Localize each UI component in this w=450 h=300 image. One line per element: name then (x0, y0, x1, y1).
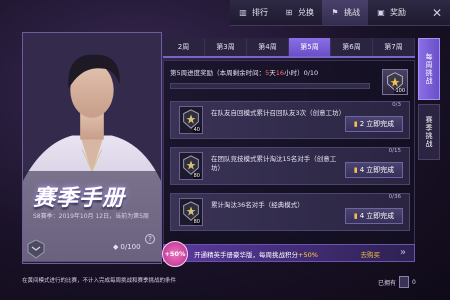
close-icon: ✕ (431, 5, 443, 20)
tab-week-6[interactable]: 第6周 (331, 38, 373, 56)
task-3-complete-button[interactable]: ▮ 4 立即完成 (345, 208, 403, 224)
task-3-count: 0/36 (388, 194, 401, 200)
coin-icon: ▮ (353, 212, 358, 220)
owned-value: 0 (412, 278, 416, 286)
task-row-3: 80 累计淘汰36名对手（经典模式） 0/36 ▮ 4 立即完成 (170, 193, 410, 231)
ranking-icon: ▥ (239, 7, 247, 17)
coin-icon: ▮ (353, 120, 358, 128)
nav-reward[interactable]: ▣ 奖励 (368, 0, 414, 25)
task-row-2: 80 在团队竞技模式累计淘汰15名对手（创意工坊） 0/15 ▮ 4 立即完成 (170, 147, 410, 185)
challenge-icon: ⚑ (331, 7, 339, 17)
task-2-complete-button[interactable]: ▮ 4 立即完成 (345, 162, 403, 178)
progress-heading: 第5周进度奖励（本周剩余时间：5天16小时）0/10 (170, 67, 318, 77)
progress-suffix: ）0/10 (297, 69, 319, 77)
progress-prefix: 第5周进度奖励（本周剩余时间： (170, 69, 266, 77)
task-2-icon: 80 (179, 152, 203, 180)
task-3-icon: 80 (179, 198, 203, 226)
exchange-icon: ⊞ (285, 7, 293, 17)
task-1-complete-button[interactable]: ▮ 2 立即完成 (345, 116, 403, 132)
task-1-action: 立即完成 (366, 120, 395, 128)
task-1-icon: 40 (179, 106, 203, 134)
task-1-text: 在队友自回模式累计召回队友3次（创意工坊） (211, 109, 346, 117)
card-count-value: 0/100 (120, 243, 141, 251)
season-card: 赛季手册 S8赛季：2019年10月 12日，当前为第5周 (22, 32, 162, 264)
rank-badge-icon (27, 239, 45, 259)
task-2-action: 立即完成 (366, 166, 395, 174)
nav-exchange-label: 兑换 (298, 8, 314, 17)
task-1-points: 40 (192, 127, 201, 133)
task-2-text: 在团队竞技模式累计淘汰15名对手（创意工坊） (211, 155, 337, 172)
progress-hours-unit: 小时 (284, 69, 298, 77)
owned-label: 已拥有 (378, 279, 397, 287)
tab-week-5[interactable]: 第5周 (289, 38, 331, 56)
task-1-count: 0/3 (392, 102, 401, 108)
token-icon (399, 276, 410, 288)
week-tabs: 2周 第3周 第4周 第5周 第6周 第7周 (163, 38, 415, 58)
nav-exchange[interactable]: ⊞ 兑换 (276, 0, 322, 25)
task-3-cost: 4 (359, 212, 365, 220)
coin-icon: ▮ (353, 166, 358, 174)
card-subtitle: S8赛季：2019年10月 12日，当前为第5周 (33, 213, 149, 220)
chevron-right-icon[interactable]: » (400, 247, 406, 258)
progress-reward[interactable]: 100 (382, 69, 408, 95)
card-count-icon: ◆ (113, 243, 119, 251)
banner-text-main: 开通精英手册豪华版，每周挑战积分 (194, 251, 298, 259)
task-2-points: 80 (192, 173, 201, 179)
tab-week-4[interactable]: 第4周 (247, 38, 289, 56)
banner-text-plus: +50% (298, 251, 318, 259)
top-nav-bar: ▥ 排行 ⊞ 兑换 ⚑ 挑战 ▣ 奖励 ✕ (230, 0, 450, 26)
footer-note: 在黄间模式进行的比赛，不计入完成每周挑战和赛季挑战的条件 (22, 278, 177, 284)
task-3-points: 80 (192, 219, 201, 225)
side-tab-season[interactable]: 赛季挑战 (418, 104, 440, 160)
nav-ranking[interactable]: ▥ 排行 (230, 0, 276, 25)
help-icon[interactable]: ? (145, 234, 155, 244)
nav-challenge[interactable]: ⚑ 挑战 (322, 0, 368, 25)
reward-value: 100 (394, 88, 406, 94)
card-count: ◆ 0/100 (113, 243, 141, 251)
close-button[interactable]: ✕ (424, 0, 450, 26)
progress-hours: 16 (275, 69, 285, 77)
banner-text: 开通精英手册豪华版，每周挑战积分+50% (194, 249, 318, 259)
task-3-text: 累计淘汰36名对手（经典模式） (211, 201, 304, 209)
side-tab-weekly[interactable]: 每周挑战 (418, 38, 440, 100)
task-row-1: 40 在队友自回模式累计召回队友3次（创意工坊） 0/3 ▮ 2 立即完成 (170, 101, 410, 139)
nav-reward-label: 奖励 (390, 8, 406, 17)
tab-week-3[interactable]: 第3周 (205, 38, 247, 56)
buy-link[interactable]: 去购买 (361, 249, 381, 259)
card-title: 赛季手册 (33, 186, 126, 211)
task-2-cost: 4 (359, 166, 365, 174)
task-3-action: 立即完成 (366, 212, 395, 220)
tab-week-2[interactable]: 2周 (163, 38, 205, 56)
character-portrait (23, 33, 161, 262)
task-panel: 第5周进度奖励（本周剩余时间：5天16小时）0/10 100 40 在队友自回模… (163, 60, 415, 256)
tab-week-7[interactable]: 第7周 (373, 38, 415, 56)
nav-challenge-label: 挑战 (344, 8, 360, 17)
nav-ranking-label: 排行 (252, 8, 268, 17)
elite-upgrade-banner: +50% 开通精英手册豪华版，每周挑战积分+50% 去购买 » (162, 241, 415, 267)
task-2-count: 0/15 (388, 148, 401, 154)
task-1-cost: 2 (359, 120, 365, 128)
reward-icon: ▣ (377, 7, 385, 17)
bonus-badge: +50% (162, 241, 188, 267)
progress-bar (170, 83, 370, 89)
owned-count: 已拥有 0 (378, 276, 416, 288)
